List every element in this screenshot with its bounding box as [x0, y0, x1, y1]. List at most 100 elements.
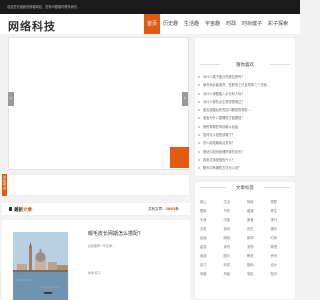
tag-link[interactable]: 教育 [247, 252, 271, 261]
bullet-icon [198, 76, 200, 78]
list-item-label: 看着过滴是指的什么？ [203, 157, 235, 162]
nav-item-home[interactable]: 首页 [144, 14, 161, 34]
tag-link[interactable]: 健康 [247, 207, 271, 216]
list-item[interactable]: 我的有哪些事情难以启齿 [198, 123, 293, 131]
tag-link[interactable]: 相册 [247, 198, 271, 207]
list-item[interactable]: 如何可以是把成哪了？ [198, 131, 293, 139]
tag-link[interactable]: 资讯 [271, 252, 295, 261]
list-item[interactable]: 宝宝为什么要睡觉才能跟他？ [198, 114, 293, 122]
tags-title: 文章标签 [236, 186, 254, 191]
nav-item-life[interactable]: 生活趣 [181, 14, 202, 34]
bullet-icon [198, 167, 200, 170]
tag-link[interactable]: 知识 [271, 270, 295, 279]
slider-next-button[interactable]: › [182, 92, 188, 106]
banner-corner-block [170, 147, 189, 168]
list-item-label: 为什么现在女生感觉很难过？ [203, 99, 245, 104]
bullet-icon [198, 84, 200, 87]
tag-link[interactable]: 数码 [247, 261, 271, 270]
tag-link[interactable]: 排行 [271, 216, 295, 225]
bullet-icon [198, 142, 200, 145]
main-nav: 首页 历史趣 生活趣 宇宙趣 时政 时尚健子 彩子探索 [144, 14, 291, 34]
tag-link[interactable]: 壁纸 [200, 207, 224, 216]
tag-link[interactable]: 网络 [224, 234, 248, 243]
article-thumbnail[interactable] [13, 232, 68, 300]
tag-link[interactable]: 新闻 [247, 234, 271, 243]
list-item[interactable]: 为什么用甄嬛入手分析人际？ [198, 90, 293, 98]
list-item-label: 读书未必能读书，在职场上只会简单三个方面... [203, 83, 270, 88]
tag-cloud: 爬山 生活 相册 搭配壁纸 汽车 健康 养生头像 中医 美食 排行手机 游戏 历史 娱乐绘画 网络 新闻 时尚… [200, 198, 294, 279]
tag-link[interactable]: 汽车 [224, 207, 248, 216]
tag-link[interactable]: 体育 [224, 243, 248, 252]
list-item[interactable]: 聊天中有哪些方式可以说？ [198, 164, 293, 172]
category-title: 最新文章 [14, 207, 32, 213]
bullet-icon [198, 158, 200, 161]
nav-item-universe[interactable]: 宇宙趣 [202, 14, 223, 34]
tag-link[interactable]: 设计 [271, 261, 295, 270]
tag-link[interactable]: 手机 [200, 225, 224, 234]
slider-prev-button[interactable]: ‹ [8, 92, 14, 106]
recommend-title: 猜你喜欢 [236, 63, 254, 68]
tag-link[interactable]: 穿搭 [271, 243, 295, 252]
bullet-icon [198, 92, 200, 95]
bullet-icon [198, 125, 200, 128]
article-count-number: 2663 [165, 207, 176, 211]
tag-link[interactable]: 生活 [224, 198, 248, 207]
list-item-label: 如何可以是把成哪了？ [203, 133, 235, 138]
list-item[interactable]: 为什么裙子能补充蛋白质吗？ [198, 73, 293, 81]
tag-link[interactable]: 时尚 [271, 234, 295, 243]
list-item-label: 宝宝为什么要睡觉才能跟他？ [203, 116, 245, 121]
ticker-tab: 最新动态 [2, 174, 7, 196]
tag-link[interactable]: 中医 [224, 216, 248, 225]
article-count: 共有文章：2663条 [148, 207, 179, 212]
nav-item-fashion[interactable]: 时尚健子 [239, 14, 265, 34]
category-title-prefix: 最新 [14, 208, 23, 213]
nav-item-history[interactable]: 历史趣 [160, 14, 181, 34]
article-author: 作者:晓子 [88, 271, 102, 275]
tag-link[interactable]: 养生 [271, 207, 295, 216]
bullet-icon [198, 134, 200, 137]
tag-link[interactable]: 风景 [224, 270, 248, 279]
tag-link[interactable]: 科学 [224, 261, 248, 270]
tag-link[interactable]: 历史 [247, 225, 271, 234]
recommend-list: 为什么裙子能补充蛋白质吗？ 读书未必能读书，在职场上只会简单三个方面... 为什… [198, 73, 293, 173]
article-title[interactable]: 眼毛皮长网期怎么搭配? [88, 230, 141, 237]
list-item[interactable]: 看着过滴是指的什么？ [198, 156, 293, 164]
tag-link[interactable]: 爬山 [200, 198, 224, 207]
tag-link[interactable]: 绘画 [200, 234, 224, 243]
bullet-icon [198, 100, 200, 103]
bullet-icon [198, 150, 200, 153]
banner-slider[interactable] [8, 37, 189, 170]
article-excerpt: 女装服饰一年四季... [88, 244, 115, 248]
nav-item-politics[interactable]: 时政 [223, 14, 239, 34]
tag-link[interactable]: 星座 [200, 243, 224, 252]
tag-link[interactable]: 搭配 [271, 198, 295, 207]
tag-link[interactable]: 娱乐 [271, 225, 295, 234]
list-icon [9, 207, 12, 211]
tag-link[interactable]: 游戏 [224, 225, 248, 234]
category-title-accent: 文章 [23, 208, 32, 213]
tag-link[interactable]: 图片 [224, 252, 248, 261]
tag-link[interactable]: 技巧 [200, 261, 224, 270]
list-item-label: 怎么给电脑装点关系？ [203, 141, 235, 146]
list-item[interactable]: 为什么现在女生感觉很难过？ [198, 98, 293, 106]
chevron-right-icon: › [183, 95, 187, 102]
bullet-icon [198, 117, 200, 120]
news-ticker [2, 174, 190, 196]
top-bar: 欢迎您光临我的博客网站，您有问题随时联系我们。 [0, 0, 300, 14]
venice-image [13, 232, 68, 300]
tag-link[interactable]: 宠物 [247, 243, 271, 252]
tag-link[interactable]: 美食 [247, 216, 271, 225]
list-item-label: 我的有哪些事情难以启齿 [203, 124, 239, 129]
chevron-left-icon: ‹ [9, 95, 13, 102]
list-item[interactable]: 相处中如何处理好家的关系？ [198, 148, 293, 156]
list-item[interactable]: 朋友结婚后在的边口都是的啦啦... [198, 106, 293, 114]
list-item-label: 为什么裙子能补充蛋白质吗？ [203, 75, 245, 79]
tag-link[interactable]: 旅游 [200, 252, 224, 261]
tag-link[interactable]: 电脑 [200, 270, 224, 279]
tag-link[interactable]: 头像 [200, 216, 224, 225]
list-item[interactable]: 怎么给电脑装点关系？ [198, 139, 293, 147]
nav-item-explore[interactable]: 彩子探索 [265, 14, 291, 34]
list-item[interactable]: 读书未必能读书，在职场上只会简单三个方面... [198, 81, 293, 89]
tag-link[interactable]: 电影 [247, 270, 271, 279]
site-logo[interactable]: 网络科技 [8, 18, 56, 34]
